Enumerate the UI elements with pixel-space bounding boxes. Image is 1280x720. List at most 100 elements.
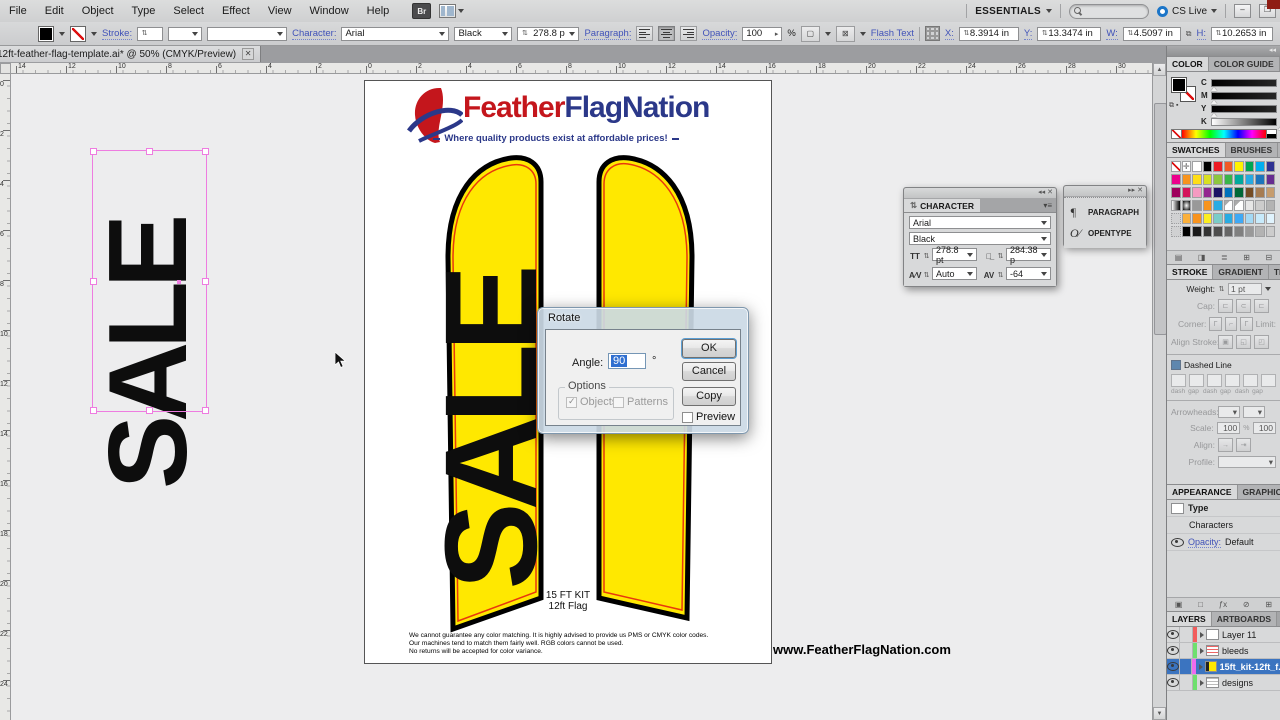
scroll-down-icon[interactable]: ▼ (1153, 707, 1166, 720)
visibility-cell[interactable] (1167, 659, 1180, 674)
align-center-stroke-button[interactable]: ▣ (1218, 335, 1233, 349)
menu-object[interactable]: Object (73, 0, 123, 22)
panel-button-icon[interactable]: ⊞ (1243, 253, 1250, 262)
dash-field[interactable] (1225, 374, 1240, 387)
panel-button-icon[interactable]: ⊘ (1243, 600, 1250, 609)
swatch[interactable] (1203, 161, 1213, 172)
align-right-button[interactable] (680, 26, 697, 41)
lock-cell[interactable] (1180, 675, 1193, 690)
stroke-color-swatch[interactable] (70, 26, 86, 42)
recolor-icon[interactable]: ⊠ (836, 26, 855, 42)
ruler-corner[interactable] (0, 63, 11, 74)
selection-handle[interactable] (90, 148, 97, 155)
y-field[interactable]: ⇅13.3474 in (1037, 27, 1101, 41)
swatch[interactable] (1234, 187, 1244, 198)
visibility-cell[interactable] (1167, 643, 1180, 658)
stroke-link[interactable]: Stroke: (102, 28, 132, 40)
selection-handle[interactable] (202, 278, 209, 285)
channel-slider[interactable] (1211, 79, 1277, 87)
w-link[interactable]: W: (1106, 28, 1117, 40)
swatch[interactable] (1255, 200, 1265, 211)
selection-handle[interactable] (90, 407, 97, 414)
swatch[interactable] (1245, 161, 1255, 172)
appearance-opacity-link[interactable]: Opacity: (1188, 537, 1221, 548)
fill-color-swatch[interactable] (38, 26, 54, 42)
swatch[interactable] (1266, 226, 1276, 237)
swatch[interactable] (1192, 200, 1202, 211)
swatch[interactable] (1192, 226, 1202, 237)
stepper-icon[interactable]: ⇅ (1215, 30, 1222, 37)
swatch[interactable] (1224, 161, 1234, 172)
link-dimensions-icon[interactable]: ⧉ (1186, 29, 1192, 39)
y-link[interactable]: Y: (1024, 28, 1032, 40)
eye-icon[interactable] (1167, 646, 1179, 655)
swatch[interactable] (1213, 200, 1223, 211)
swatch[interactable] (1266, 200, 1276, 211)
layers-tab-artboards[interactable]: ARTBOARDS (1212, 612, 1277, 626)
panel-button-icon[interactable]: ƒx (1219, 600, 1227, 609)
swatch[interactable] (1213, 187, 1223, 198)
stepper-icon[interactable]: ⇅ (923, 253, 930, 260)
scroll-up-icon[interactable]: ▲ (1153, 63, 1166, 76)
char-leading-combo[interactable]: 284.38 p (1006, 248, 1051, 261)
arrow-align-end-button[interactable]: ⇥ (1236, 438, 1251, 452)
swatch[interactable] (1266, 187, 1276, 198)
expand-triangle-icon[interactable] (1200, 680, 1204, 686)
none-swatch-icon[interactable] (1171, 129, 1182, 139)
preview-checkbox[interactable]: Preview (682, 411, 735, 423)
close-tab-icon[interactable]: ✕ (242, 48, 254, 60)
stroke-tab-gradient[interactable]: GRADIENT (1213, 265, 1268, 279)
menu-help[interactable]: Help (358, 0, 399, 22)
dash-field[interactable] (1261, 374, 1276, 387)
swatch[interactable] (1224, 213, 1234, 224)
close-button[interactable] (1267, 0, 1280, 9)
horizontal-ruler[interactable]: 1412108642024681012141618202224262830 (11, 63, 1152, 74)
swatch[interactable] (1192, 213, 1202, 224)
dash-field[interactable] (1207, 374, 1222, 387)
stroke-weight-field[interactable]: ⇅ (137, 27, 163, 41)
align-left-button[interactable] (636, 26, 653, 41)
swatch[interactable] (1245, 174, 1255, 185)
paragraph-link[interactable]: Paragraph: (584, 28, 631, 40)
swatches-tab-brushes[interactable]: BRUSHES (1226, 143, 1279, 157)
swatch[interactable] (1192, 161, 1202, 172)
swatch[interactable] (1182, 226, 1192, 237)
dashed-line-checkbox[interactable] (1171, 360, 1181, 370)
fill-swatch[interactable] (1171, 77, 1187, 93)
swatch[interactable] (1245, 226, 1255, 237)
char-size-combo[interactable]: 278.8 pt (932, 248, 977, 261)
font-family-combo[interactable]: Arial (341, 27, 449, 41)
layer-row[interactable]: bleeds (1167, 643, 1280, 659)
panel-button-icon[interactable]: ◨ (1198, 253, 1206, 262)
selection-handle[interactable] (202, 407, 209, 414)
selection-handle[interactable] (146, 407, 153, 414)
corner-bevel-button[interactable]: Γ (1240, 317, 1252, 331)
menu-edit[interactable]: Edit (36, 0, 73, 22)
swatches-tab-swatches[interactable]: SWATCHES (1167, 143, 1226, 157)
character-link[interactable]: Character: (292, 28, 336, 40)
stroke-tab-stroke[interactable]: STROKE (1167, 265, 1213, 279)
stepper-icon[interactable]: ⇅ (1218, 286, 1225, 293)
stepper-icon[interactable]: ⇅ (963, 30, 970, 37)
minimize-button[interactable]: – (1234, 4, 1251, 18)
swatch[interactable] (1171, 187, 1181, 198)
eye-icon[interactable] (1167, 630, 1179, 639)
selection-handle[interactable] (146, 148, 153, 155)
selection-handle[interactable] (90, 278, 97, 285)
expand-triangle-icon[interactable] (1199, 664, 1203, 670)
arrange-documents-button[interactable] (439, 4, 464, 18)
swatch[interactable] (1224, 187, 1234, 198)
dash-field[interactable] (1243, 374, 1258, 387)
x-field[interactable]: ⇅8.3914 in (959, 27, 1019, 41)
swatch[interactable] (1182, 200, 1192, 211)
arrow-scale-start[interactable]: 100 (1217, 422, 1241, 434)
angle-input[interactable]: 90 (608, 353, 646, 369)
color-tab-color-guide[interactable]: COLOR GUIDE (1209, 57, 1280, 71)
x-link[interactable]: X: (945, 28, 954, 40)
stepper-icon[interactable]: ⇅ (141, 30, 148, 37)
swatch[interactable] (1245, 200, 1255, 211)
w-field[interactable]: ⇅4.5097 in (1123, 27, 1181, 41)
opacity-field[interactable]: 100▸ (742, 27, 782, 41)
appearance-type-row[interactable]: Type (1188, 503, 1208, 513)
eye-icon[interactable] (1167, 678, 1179, 687)
